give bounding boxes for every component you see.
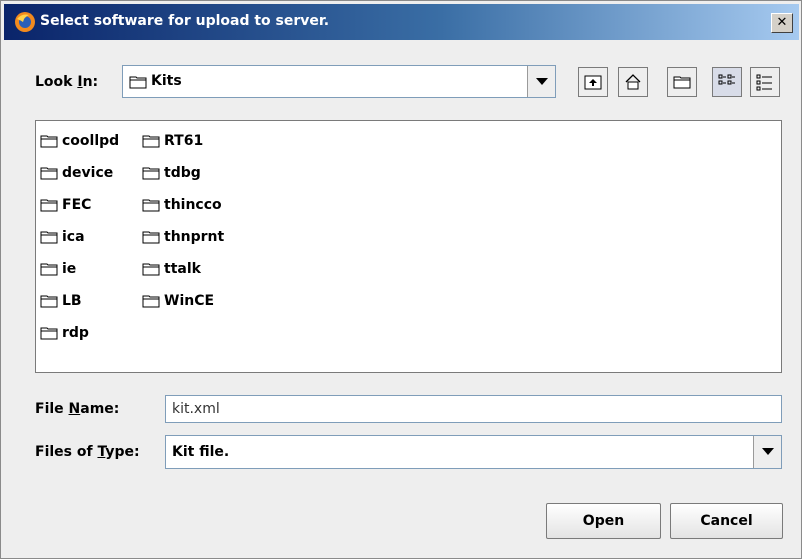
look-in-label: Look In: [35, 74, 98, 90]
folder-icon [40, 327, 58, 340]
open-button[interactable]: Open [546, 503, 661, 539]
file-type-value: Kit file. [172, 444, 230, 460]
folder-icon [142, 295, 160, 308]
file-list[interactable]: coollpd device FEC ica ie LB rdp RT61 tdbg thincc… [35, 120, 782, 373]
file-name-input[interactable] [166, 396, 781, 422]
folder-icon [142, 263, 160, 276]
file-type-label-pre: Files of [35, 444, 98, 460]
list-item-label: ttalk [164, 261, 201, 277]
list-item-label: LB [62, 293, 82, 309]
folder-icon [40, 135, 58, 148]
folder-icon [142, 231, 160, 244]
details-view-icon [756, 74, 772, 91]
list-view-icon [718, 74, 735, 85]
up-one-level-button[interactable] [578, 67, 608, 97]
file-name-label: File Name: [35, 401, 119, 417]
list-item-label: device [62, 165, 114, 181]
list-item-label: coollpd [62, 133, 120, 149]
list-item-label: rdp [62, 325, 89, 341]
look-in-value: Kits [151, 73, 182, 89]
home-button[interactable] [618, 67, 648, 97]
window-title: Select software for upload to server. [40, 13, 330, 29]
file-name-label-post: ame: [80, 401, 120, 417]
close-button[interactable]: ✕ [771, 13, 793, 33]
list-item-label: WinCE [164, 293, 215, 309]
folder-icon [142, 135, 160, 148]
folder-icon [142, 199, 160, 212]
chevron-down-icon [536, 78, 548, 85]
folder-icon [40, 199, 58, 212]
list-item-label: ica [62, 229, 85, 245]
title-bar: Select software for upload to server. ✕ [4, 4, 799, 40]
new-folder-button[interactable] [667, 67, 697, 97]
file-chooser-dialog: Select software for upload to server. ✕ … [0, 0, 802, 559]
file-type-label: Files of Type: [35, 444, 140, 460]
folder-icon [40, 295, 58, 308]
cancel-button[interactable]: Cancel [670, 503, 783, 539]
file-name-label-pre: File [35, 401, 69, 417]
list-view-button[interactable] [712, 67, 742, 97]
look-in-label-pre: Look [35, 74, 78, 90]
look-in-label-post: n: [82, 74, 99, 90]
folder-icon [40, 231, 58, 244]
file-type-dropdown-button[interactable] [753, 436, 781, 468]
list-item-label: tdbg [164, 165, 201, 181]
folder-icon [40, 167, 58, 180]
list-item-label: thincco [164, 197, 222, 213]
close-icon: ✕ [776, 15, 788, 30]
file-name-field[interactable] [165, 395, 782, 423]
app-globe-icon [15, 12, 35, 32]
up-one-level-icon [584, 75, 602, 90]
new-folder-icon [673, 76, 691, 89]
home-icon [625, 74, 641, 90]
folder-icon [142, 167, 160, 180]
list-item-label: RT61 [164, 133, 204, 149]
list-item-label: thnprnt [164, 229, 225, 245]
list-item-label: FEC [62, 197, 92, 213]
folder-icon [129, 76, 147, 89]
list-item-label: ie [62, 261, 77, 277]
details-view-button[interactable] [750, 67, 780, 97]
look-in-dropdown-button[interactable] [527, 66, 555, 97]
folder-icon [40, 263, 58, 276]
file-name-label-mnemonic: N [68, 401, 81, 417]
look-in-combo[interactable]: Kits [122, 65, 556, 98]
chevron-down-icon [762, 448, 774, 455]
file-type-label-post: ype: [105, 444, 140, 460]
file-type-combo[interactable]: Kit file. [165, 435, 782, 469]
